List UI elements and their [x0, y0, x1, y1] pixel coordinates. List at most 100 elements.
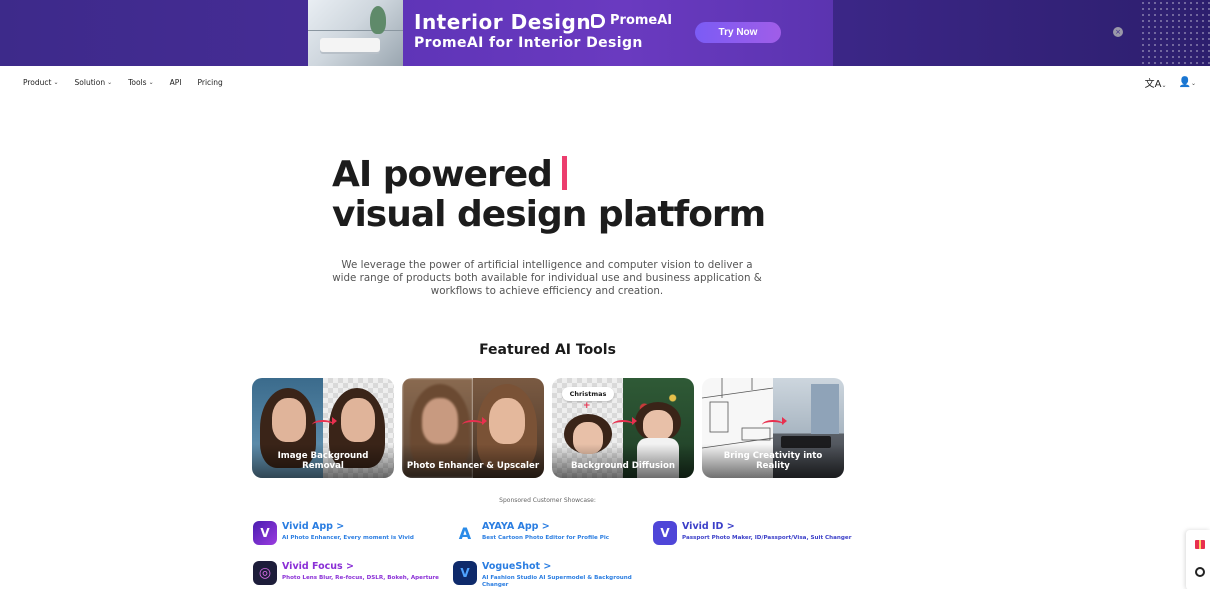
- featured-tools-list: Image Background Removal Photo Enhancer …: [252, 378, 844, 478]
- tool-card-photo-enhancer[interactable]: Photo Enhancer & Upscaler: [402, 378, 544, 478]
- arrow-icon: [312, 417, 337, 430]
- app-text: VogueShot > AI Fashion Studio AI Supermo…: [482, 561, 643, 588]
- vivid-focus-app-icon: ◎: [253, 561, 277, 585]
- vivid-id-app-icon: V: [653, 521, 677, 545]
- vivid-app-glyph: V: [260, 526, 270, 540]
- chat-bot-icon[interactable]: [1195, 567, 1205, 577]
- vivid-id-app-glyph: V: [660, 526, 670, 540]
- arrow-icon: [462, 417, 487, 430]
- chevron-down-icon: ⌄: [1190, 80, 1196, 87]
- promo-banner[interactable]: Interior Design PromeAI for Interior Des…: [0, 0, 1210, 66]
- gift-icon[interactable]: [1195, 540, 1205, 549]
- app-text: Vivid Focus > Photo Lens Blur, Re-focus,…: [282, 561, 439, 585]
- app-name-text: Vivid ID: [682, 521, 724, 532]
- tool-card-label: Background Diffusion: [552, 444, 694, 478]
- ayaya-app-icon: A: [453, 521, 477, 545]
- plus-icon: +: [583, 401, 591, 411]
- banner-photo-plant: [370, 6, 386, 34]
- user-icon[interactable]: 👤⌄: [1179, 77, 1196, 88]
- app-name: VogueShot >: [482, 561, 643, 572]
- sponsored-apps-list: V Vivid App > AI Photo Enhancer, Every m…: [253, 521, 853, 589]
- nav-item-solution[interactable]: Solution ⌄: [75, 78, 113, 87]
- app-description: Best Cartoon Photo Editor for Profile Pi…: [482, 535, 610, 541]
- close-icon[interactable]: ×: [1113, 27, 1123, 37]
- hero-title: AI powered visual design platform: [332, 155, 766, 235]
- ayaya-app-glyph: A: [458, 523, 472, 543]
- chevron-right-icon: >: [336, 521, 345, 532]
- top-navigation: Product ⌄ Solution ⌄ Tools ⌄ API Pricing 文A…: [0, 66, 1210, 99]
- banner-photo-couch: [320, 38, 380, 52]
- chevron-down-icon: ⌄: [53, 79, 59, 86]
- app-vivid[interactable]: V Vivid App > AI Photo Enhancer, Every m…: [253, 521, 443, 545]
- nav-actions: 文A⌄ 👤⌄: [1145, 66, 1196, 99]
- chevron-right-icon: >: [543, 561, 552, 572]
- face-shape: [422, 398, 458, 444]
- featured-tools-heading: Featured AI Tools: [479, 342, 616, 358]
- translate-icon[interactable]: 文A⌄: [1145, 75, 1167, 90]
- banner-dot-pattern: [1140, 0, 1210, 66]
- app-name-text: VogueShot: [482, 561, 541, 572]
- app-description: Photo Lens Blur, Re-focus, DSLR, Bokeh, …: [282, 575, 439, 581]
- hero-title-line2: visual design platform: [332, 194, 766, 235]
- hero-title-line1: AI powered: [332, 155, 765, 195]
- app-vivid-focus[interactable]: ◎ Vivid Focus > Photo Lens Blur, Re-focu…: [253, 561, 443, 585]
- nav-item-label: Pricing: [197, 78, 223, 87]
- vivid-focus-app-glyph: ◎: [258, 565, 272, 581]
- tool-card-label: Image Background Removal: [252, 444, 394, 478]
- app-text: AYAYA App > Best Cartoon Photo Editor fo…: [482, 521, 609, 545]
- nav-item-label: Solution: [74, 78, 106, 87]
- promeai-logo-icon: [591, 13, 605, 28]
- face-shape: [643, 410, 673, 440]
- tool-card-creativity-reality[interactable]: Bring Creativity into Reality: [702, 378, 844, 478]
- floating-action-panel: [1186, 530, 1210, 589]
- tool-card-background-removal[interactable]: Image Background Removal: [252, 378, 394, 478]
- vogueshot-app-icon: V: [453, 561, 477, 585]
- app-vivid-id[interactable]: V Vivid ID > Passport Photo Maker, ID/Pa…: [653, 521, 853, 545]
- face-shape: [341, 398, 375, 442]
- chevron-right-icon: >: [726, 521, 735, 532]
- banner-photo-floor-line: [308, 30, 403, 31]
- nav-item-pricing[interactable]: Pricing: [198, 78, 223, 87]
- arrow-icon: [762, 417, 787, 430]
- promeai-logo-text: PromeAI: [610, 13, 673, 28]
- tool-card-label: Photo Enhancer & Upscaler: [402, 444, 544, 478]
- face-shape: [489, 398, 525, 444]
- app-text: Vivid ID > Passport Photo Maker, ID/Pass…: [682, 521, 851, 545]
- app-ayaya[interactable]: A AYAYA App > Best Cartoon Photo Editor …: [453, 521, 643, 545]
- nav-item-label: Tools: [128, 78, 147, 87]
- arrow-icon: [612, 417, 637, 430]
- promeai-logo: PromeAI: [591, 13, 672, 28]
- tool-card-background-diffusion[interactable]: Christmas + Background Diffusion: [552, 378, 694, 478]
- app-description: Passport Photo Maker, ID/Passport/Visa, …: [682, 535, 852, 541]
- face-shape: [272, 398, 306, 442]
- sponsored-heading: Sponsored Customer Showcase:: [499, 497, 596, 504]
- app-description: AI Fashion Studio AI Supermodel & Backgr…: [482, 575, 632, 588]
- try-now-button[interactable]: Try Now: [695, 22, 781, 43]
- app-description: AI Photo Enhancer, Every moment is Vivid: [282, 535, 414, 541]
- hero-description: We leverage the power of artificial inte…: [332, 259, 762, 297]
- translate-glyph: 文A: [1144, 79, 1162, 90]
- nav-item-label: API: [169, 78, 182, 87]
- app-name: Vivid ID >: [682, 521, 851, 532]
- chevron-right-icon: >: [346, 561, 354, 572]
- chevron-down-icon: ⌄: [107, 79, 113, 86]
- nav-item-tools[interactable]: Tools ⌄: [128, 78, 154, 87]
- app-name-text: Vivid App: [282, 521, 333, 532]
- chevron-down-icon: ⌄: [148, 79, 154, 86]
- app-text: Vivid App > AI Photo Enhancer, Every mom…: [282, 521, 414, 545]
- banner-subtitle: PromeAI for Interior Design: [414, 35, 643, 51]
- app-vogueshot[interactable]: V VogueShot > AI Fashion Studio AI Super…: [453, 561, 643, 588]
- nav-item-api[interactable]: API: [170, 78, 182, 87]
- christmas-tag: Christmas: [562, 387, 614, 401]
- banner-title: Interior Design: [414, 10, 592, 34]
- vogueshot-app-glyph: V: [460, 566, 470, 580]
- app-name: Vivid App >: [282, 521, 414, 532]
- interior-photo: [308, 0, 403, 66]
- user-glyph: 👤: [1178, 77, 1191, 88]
- nav-item-product[interactable]: Product ⌄: [23, 78, 59, 87]
- window-shape: [811, 384, 839, 434]
- promo-banner-ad[interactable]: Interior Design PromeAI for Interior Des…: [308, 0, 833, 66]
- app-name-text: AYAYA App: [482, 521, 539, 532]
- nav-item-label: Product: [23, 78, 52, 87]
- typing-cursor: [561, 156, 567, 190]
